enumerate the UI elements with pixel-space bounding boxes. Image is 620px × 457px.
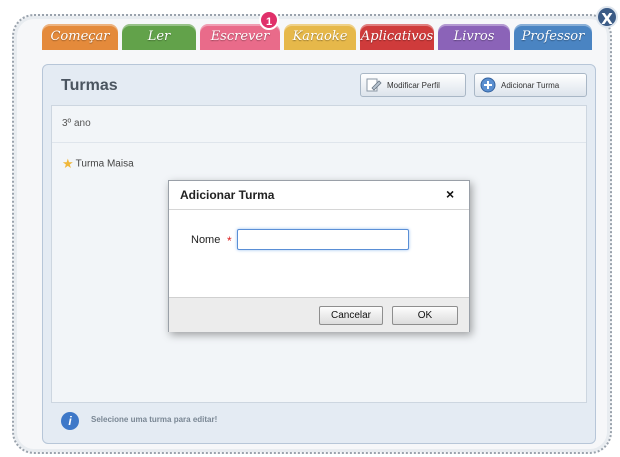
tab-professor[interactable]: Professor: [514, 24, 592, 50]
status-text: Selecione uma turma para editar!: [91, 415, 218, 424]
edit-profile-button[interactable]: Modificar Perfil: [360, 73, 466, 97]
dialog-header: Adicionar Turma ×: [169, 181, 469, 210]
cancel-button[interactable]: Cancelar: [319, 306, 383, 325]
edit-profile-label: Modificar Perfil: [387, 81, 440, 90]
class-name: Turma Maisa: [75, 158, 134, 170]
year-group-label: 3º ano: [62, 118, 91, 129]
ok-button[interactable]: OK: [392, 306, 458, 325]
status-bar: i Selecione uma turma para editar!: [51, 405, 585, 435]
window-close-button[interactable]: X: [596, 6, 618, 28]
tab-karaoke[interactable]: Karaoke: [284, 24, 356, 50]
info-icon: i: [61, 412, 79, 430]
notification-badge: 1: [259, 10, 279, 30]
tab-livros[interactable]: Livros: [438, 24, 510, 50]
tab-comecar[interactable]: Começar: [42, 24, 118, 50]
add-class-label: Adicionar Turma: [501, 81, 560, 90]
add-icon: [480, 77, 496, 93]
dialog-title: Adicionar Turma: [180, 188, 275, 202]
divider: [52, 142, 586, 143]
name-input[interactable]: [237, 229, 409, 250]
tab-aplicativos[interactable]: Aplicativos: [360, 24, 434, 50]
add-class-button[interactable]: Adicionar Turma: [474, 73, 587, 97]
add-class-dialog: Adicionar Turma × Nome * Cancelar OK: [168, 180, 470, 332]
edit-profile-icon: [366, 78, 382, 92]
dialog-footer: Cancelar OK: [169, 297, 469, 332]
required-marker: *: [227, 234, 232, 248]
dialog-close-button[interactable]: ×: [446, 186, 454, 202]
star-icon: ★: [62, 156, 74, 171]
tab-ler[interactable]: Ler: [122, 24, 196, 50]
page-title: Turmas: [61, 77, 118, 94]
name-label: Nome: [191, 234, 221, 246]
class-list-item[interactable]: ★ Turma Maisa: [62, 156, 134, 172]
